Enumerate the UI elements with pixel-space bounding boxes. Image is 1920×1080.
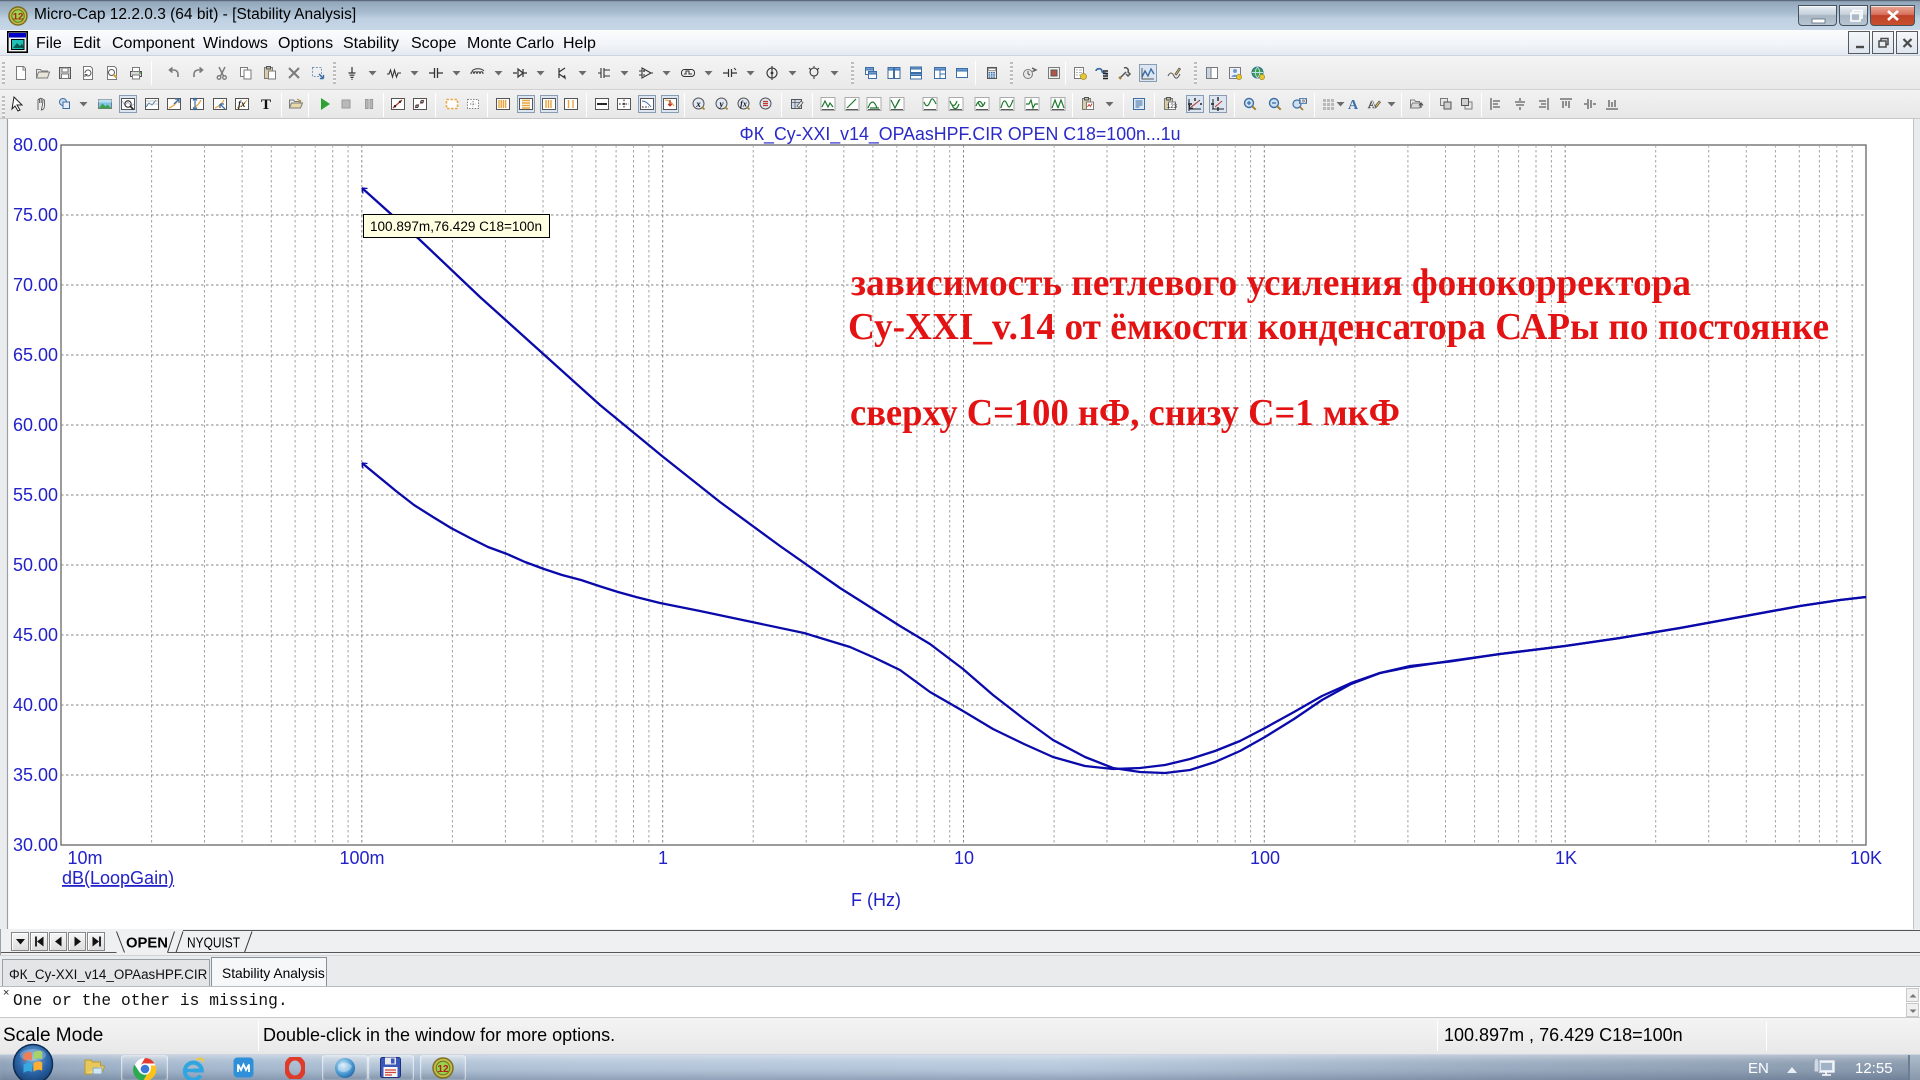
svg-text:10: 10 — [954, 848, 974, 868]
svg-text:100: 100 — [1299, 99, 1307, 104]
svg-text:T: T — [261, 97, 271, 112]
svg-text:A: A — [1348, 98, 1359, 112]
svg-text:45.00: 45.00 — [13, 625, 58, 645]
svg-text:80.00: 80.00 — [13, 135, 58, 155]
svg-text:NYQUIST: NYQUIST — [187, 935, 240, 951]
svg-text:fx: fx — [238, 99, 246, 109]
svg-text:55.00: 55.00 — [13, 485, 58, 505]
svg-text:65.00: 65.00 — [13, 345, 58, 365]
svg-text:сверху С=100 нФ, снизу С=1 мкФ: сверху С=100 нФ, снизу С=1 мкФ — [850, 392, 1400, 434]
svg-text:x: x — [695, 99, 701, 109]
svg-text:35.00: 35.00 — [13, 765, 58, 785]
svg-text:F (Hz): F (Hz) — [851, 890, 901, 910]
svg-text:123: 123 — [1167, 104, 1178, 110]
svg-text:70.00: 70.00 — [13, 275, 58, 295]
svg-text:40.00: 40.00 — [13, 695, 58, 715]
svg-text:10m: 10m — [67, 848, 102, 868]
svg-text:100.897m,76.429 C18=100n: 100.897m,76.429 C18=100n — [370, 219, 542, 234]
svg-text:60.00: 60.00 — [13, 415, 58, 435]
svg-text:зависимость петлевого усиления: зависимость петлевого усиления фонокорре… — [851, 262, 1691, 304]
svg-text:OPEN: OPEN — [126, 935, 168, 951]
svg-text:12: 12 — [437, 1064, 449, 1075]
svg-text:ΦК_Cy-XXI_v14_OPAasHPF.CIR OPE: ΦК_Cy-XXI_v14_OPAasHPF.CIR OPEN C18=100n… — [740, 123, 1181, 145]
svg-text:1: 1 — [658, 848, 668, 868]
svg-text:75.00: 75.00 — [13, 205, 58, 225]
svg-text:100m: 100m — [339, 848, 384, 868]
svg-text:fx: fx — [740, 100, 747, 109]
svg-text:dB(LoopGain): dB(LoopGain) — [62, 868, 174, 888]
svg-text:50.00: 50.00 — [13, 555, 58, 575]
svg-text:Су-XXI_v.14 от ёмкости конденс: Су-XXI_v.14 от ёмкости конденсатора САРы… — [848, 306, 1829, 348]
svg-text:30.00: 30.00 — [13, 835, 58, 855]
svg-text:A: A — [1368, 99, 1376, 111]
svg-text:10K: 10K — [1850, 848, 1882, 868]
svg-text:100: 100 — [1250, 848, 1280, 868]
svg-text:1K: 1K — [1555, 848, 1577, 868]
svg-text:12: 12 — [13, 12, 24, 23]
